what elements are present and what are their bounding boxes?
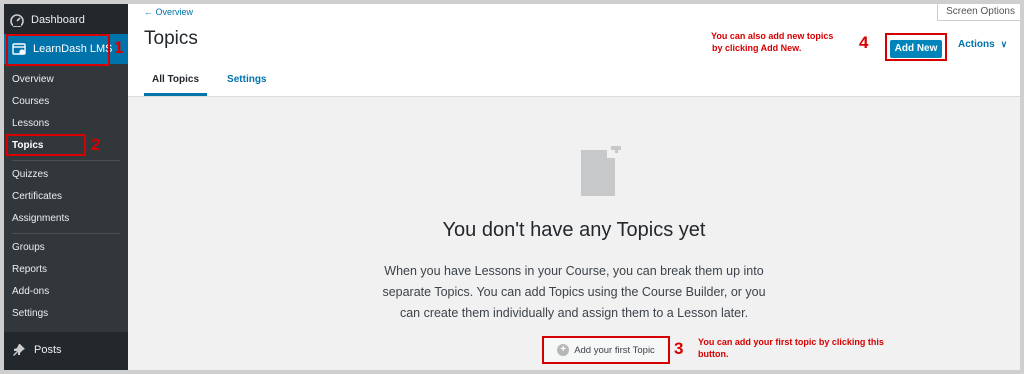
sidebar-item-quizzes[interactable]: Quizzes — [4, 164, 128, 186]
annotation-box-learndash — [6, 34, 110, 66]
sidebar-item-dashboard[interactable]: Dashboard — [4, 8, 128, 32]
add-first-topic-label: Add your first Topic — [574, 344, 655, 356]
annotation-note-line: You can add your first topic by clicking… — [698, 337, 884, 347]
sidebar-item-certificates[interactable]: Certificates — [4, 186, 128, 208]
sidebar-item-settings[interactable]: Settings — [4, 303, 128, 325]
empty-state-heading: You don't have any Topics yet — [442, 219, 706, 241]
page-title: Topics — [144, 28, 198, 49]
annotation-note-first-topic: You can add your first topic by clicking… — [698, 336, 884, 360]
chevron-down-icon: ∨ — [1000, 39, 1008, 49]
sidebar-item-overview[interactable]: Overview — [4, 69, 128, 91]
screenshot-frame: Dashboard LearnDash LMS Overview Courses… — [0, 0, 1024, 374]
add-new-button[interactable]: Add New — [890, 39, 942, 58]
plus-circle-icon: + — [557, 344, 570, 356]
actions-label: Actions — [958, 39, 995, 50]
menu-divider — [12, 233, 120, 234]
add-new-highlight: Add New — [885, 33, 947, 61]
tab-settings[interactable]: Settings — [219, 68, 274, 96]
page-header: ← Overview Topics Screen Options All Top… — [128, 4, 1020, 97]
annotation-note-line: You can also add new topics — [711, 31, 834, 41]
annotation-number-4: 4 — [859, 33, 869, 52]
menu-divider — [12, 160, 120, 161]
annotation-note-add-new: You can also add new topics by clicking … — [711, 30, 833, 54]
sidebar-item-lessons[interactable]: Lessons — [4, 113, 128, 135]
sidebar-item-label: Dashboard — [31, 14, 85, 26]
annotation-number-3: 3 — [674, 339, 684, 358]
screen-options-button[interactable]: Screen Options — [937, 4, 1020, 21]
tab-bar: All Topics Settings — [144, 68, 287, 96]
sidebar-item-groups[interactable]: Groups — [4, 237, 128, 259]
sidebar-item-assignments[interactable]: Assignments — [4, 208, 128, 230]
empty-state-description: When you have Lessons in your Course, yo… — [382, 264, 766, 320]
sidebar-item-reports[interactable]: Reports — [4, 259, 128, 281]
add-first-topic-button[interactable]: + Add your first Topic — [542, 336, 670, 364]
annotation-box-topics — [6, 134, 86, 156]
learndash-submenu: Overview Courses Lessons Topics Quizzes … — [4, 64, 128, 332]
sidebar-item-posts[interactable]: Posts — [4, 338, 62, 362]
annotation-number-2: 2 — [91, 135, 101, 154]
breadcrumb[interactable]: ← Overview — [144, 7, 193, 17]
document-add-icon — [581, 143, 621, 196]
actions-dropdown[interactable]: Actions ∨ — [958, 39, 1007, 50]
annotation-note-line: by clicking Add New. — [712, 43, 802, 53]
sidebar-item-add-ons[interactable]: Add-ons — [4, 281, 128, 303]
pin-icon — [12, 343, 26, 357]
empty-state: You don't have any Topics yet When you h… — [128, 98, 1020, 370]
sidebar-item-label: Posts — [34, 344, 62, 356]
sidebar-item-courses[interactable]: Courses — [4, 91, 128, 113]
annotation-note-line: button. — [698, 349, 729, 359]
tab-all-topics[interactable]: All Topics — [144, 68, 208, 96]
dashboard-icon — [10, 13, 24, 27]
annotation-number-1: 1 — [114, 38, 124, 57]
